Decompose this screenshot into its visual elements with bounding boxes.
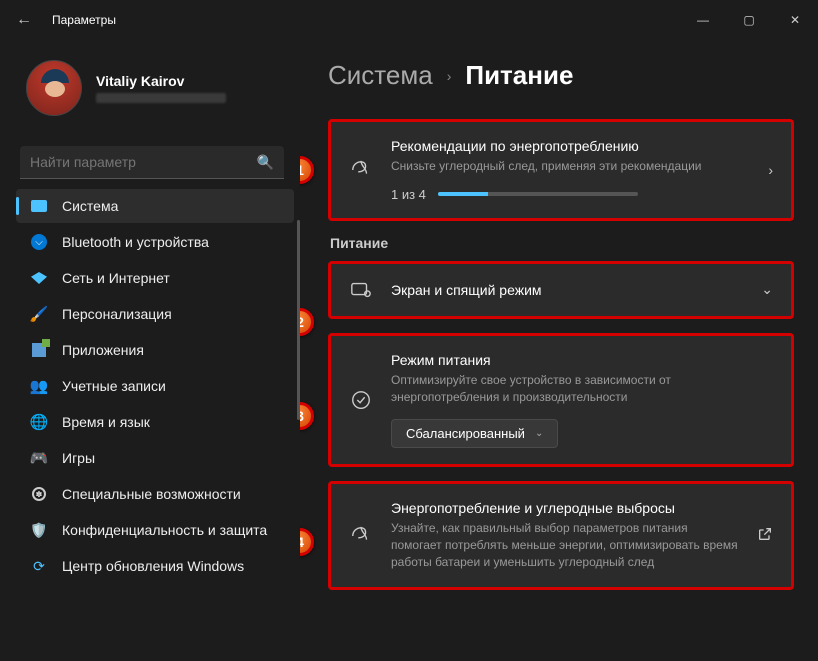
breadcrumb-parent[interactable]: Система (328, 60, 433, 91)
chevron-down-icon: ⌄ (761, 281, 773, 298)
sidebar-item-bluetooth[interactable]: ⌵ Bluetooth и устройства (16, 225, 294, 259)
card-title: Режим питания (391, 352, 773, 368)
card-sub: Узнайте, как правильный выбор параметров… (391, 520, 739, 570)
section-heading-power: Питание (330, 235, 794, 251)
chevron-right-icon: › (768, 162, 773, 178)
bluetooth-icon: ⌵ (30, 233, 48, 251)
search-input[interactable] (20, 146, 284, 179)
search-icon: 🔍 (257, 154, 274, 171)
sidebar-item-label: Конфиденциальность и защита (62, 522, 267, 538)
search-block: 🔍 (20, 146, 284, 179)
sidebar: Vitaliy Kairov 🔍 Система ⌵ Bluetooth и у… (0, 40, 300, 661)
leaf-power-icon (349, 158, 373, 182)
sidebar-item-label: Учетные записи (62, 378, 166, 394)
annotation-badge-3: 3 (300, 402, 314, 430)
card-title: Экран и спящий режим (391, 282, 743, 298)
accounts-icon: 👥 (30, 377, 48, 395)
titlebar: ← Параметры — ▢ ✕ (0, 0, 818, 40)
user-email (96, 93, 226, 103)
breadcrumb: Система › Питание (328, 60, 794, 91)
content-area: Vitaliy Kairov 🔍 Система ⌵ Bluetooth и у… (0, 40, 818, 661)
user-name: Vitaliy Kairov (96, 73, 226, 89)
shield-icon: 🛡️ (30, 521, 48, 539)
open-external-icon (757, 526, 773, 545)
window-title: Параметры (52, 13, 116, 27)
sidebar-item-label: Система (62, 198, 118, 214)
chevron-right-icon: › (447, 68, 452, 84)
power-mode-dropdown[interactable]: Сбалансированный ⌄ (391, 419, 558, 448)
card-energy-recommendations[interactable]: Рекомендации по энергопотреблению Снизьт… (328, 119, 794, 221)
accessibility-icon: ✽ (30, 485, 48, 503)
sidebar-item-system[interactable]: Система (16, 189, 294, 223)
brush-icon: 🖌️ (30, 305, 48, 323)
power-mode-icon (349, 388, 373, 412)
card-sub: Снизьте углеродный след, применяя эти ре… (391, 158, 750, 175)
sidebar-item-update[interactable]: ⟳ Центр обновления Windows (16, 549, 294, 583)
system-icon (30, 197, 48, 215)
back-button[interactable]: ← (16, 11, 32, 29)
update-icon: ⟳ (30, 557, 48, 575)
nav-list: Система ⌵ Bluetooth и устройства Сеть и … (16, 189, 294, 583)
annotation-badge-2: 2 (300, 308, 314, 336)
wifi-icon (30, 269, 48, 287)
sidebar-item-privacy[interactable]: 🛡️ Конфиденциальность и защита (16, 513, 294, 547)
apps-icon (30, 341, 48, 359)
card-sub: Оптимизируйте свое устройство в зависимо… (391, 372, 773, 406)
annotation-badge-4: 4 (300, 528, 314, 556)
page-title: Питание (465, 60, 573, 91)
card-title: Энергопотребление и углеродные выбросы (391, 500, 739, 516)
card-title: Рекомендации по энергопотреблению (391, 138, 750, 154)
dropdown-value: Сбалансированный (406, 426, 525, 441)
card-energy-carbon[interactable]: Энергопотребление и углеродные выбросы У… (328, 481, 794, 589)
sidebar-item-gaming[interactable]: 🎮 Игры (16, 441, 294, 475)
card-power-mode: Режим питания Оптимизируйте свое устройс… (328, 333, 794, 468)
sidebar-item-label: Время и язык (62, 414, 150, 430)
chevron-down-icon: ⌄ (535, 428, 543, 439)
energy-carbon-icon (349, 524, 373, 548)
progress-bar (438, 192, 638, 196)
maximize-button[interactable]: ▢ (726, 0, 772, 40)
sidebar-item-apps[interactable]: Приложения (16, 333, 294, 367)
sidebar-item-network[interactable]: Сеть и Интернет (16, 261, 294, 295)
screen-sleep-icon (349, 278, 373, 302)
sidebar-item-label: Приложения (62, 342, 144, 358)
sidebar-item-label: Bluetooth и устройства (62, 234, 209, 250)
avatar (26, 60, 82, 116)
progress-label: 1 из 4 (391, 187, 426, 202)
sidebar-item-accounts[interactable]: 👥 Учетные записи (16, 369, 294, 403)
gaming-icon: 🎮 (30, 449, 48, 467)
progress-fill (438, 192, 488, 196)
sidebar-item-time[interactable]: 🌐 Время и язык (16, 405, 294, 439)
user-block[interactable]: Vitaliy Kairov (16, 40, 294, 132)
sidebar-item-label: Центр обновления Windows (62, 558, 244, 574)
sidebar-item-personalization[interactable]: 🖌️ Персонализация (16, 297, 294, 331)
sidebar-item-accessibility[interactable]: ✽ Специальные возможности (16, 477, 294, 511)
sidebar-item-label: Сеть и Интернет (62, 270, 170, 286)
sidebar-item-label: Специальные возможности (62, 486, 241, 502)
minimize-button[interactable]: — (680, 0, 726, 40)
close-button[interactable]: ✕ (772, 0, 818, 40)
time-icon: 🌐 (30, 413, 48, 431)
settings-window: ← Параметры — ▢ ✕ Vitaliy Kairov 🔍 (0, 0, 818, 661)
system-buttons: — ▢ ✕ (680, 0, 818, 40)
annotation-badge-1: 1 (300, 156, 314, 184)
main-panel: Система › Питание 1 Рекомендации по энер… (300, 40, 818, 661)
card-screen-sleep[interactable]: Экран и спящий режим ⌄ (328, 261, 794, 319)
sidebar-item-label: Персонализация (62, 306, 172, 322)
sidebar-item-label: Игры (62, 450, 95, 466)
